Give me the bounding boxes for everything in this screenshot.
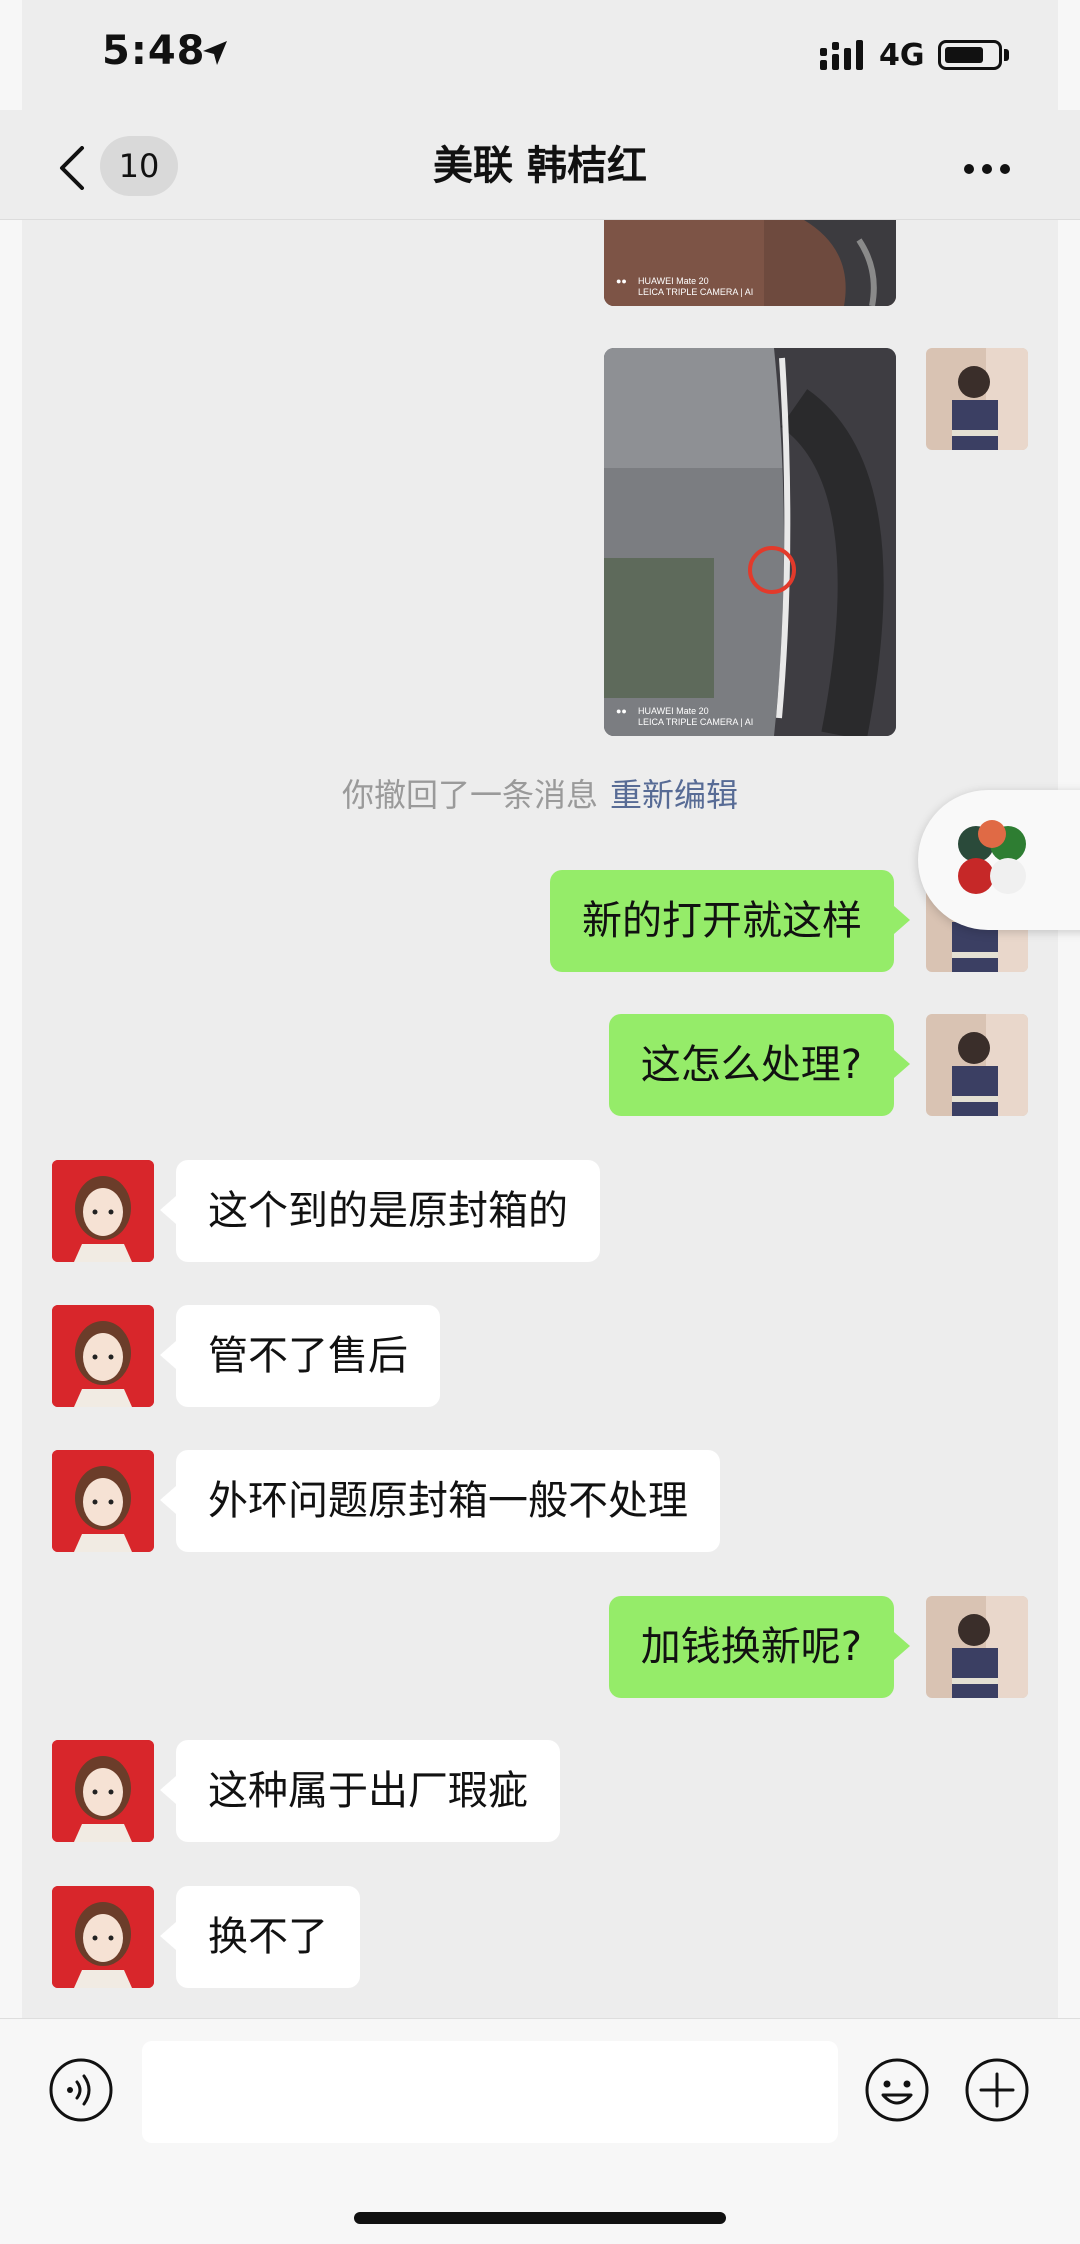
my-avatar[interactable] xyxy=(926,1596,1028,1698)
window-frame-left xyxy=(0,0,22,2244)
chat-input-bar xyxy=(0,2018,1080,2244)
home-indicator xyxy=(354,2212,726,2224)
message-bubble-received[interactable]: 这个到的是原封箱的 xyxy=(160,1160,600,1262)
photo-1-caption: ●● HUAWEI Mate 20 LEICA TRIPLE CAMERA | … xyxy=(616,276,754,297)
contact-avatar[interactable] xyxy=(52,1450,154,1552)
my-avatar[interactable] xyxy=(926,1014,1028,1116)
window-frame-right xyxy=(1058,0,1080,2244)
contact-avatar[interactable] xyxy=(52,1886,154,1988)
status-bar: 5:48 4G xyxy=(0,0,1080,110)
location-arrow-icon xyxy=(203,41,227,65)
photo-message-2[interactable]: ●● HUAWEI Mate 20 LEICA TRIPLE CAMERA | … xyxy=(604,348,896,736)
status-time: 5:48 xyxy=(102,28,206,74)
recall-text: 你撤回了一条消息 xyxy=(341,776,598,814)
signal-icon xyxy=(820,40,863,70)
battery-cap xyxy=(1004,49,1009,61)
photo-2-image xyxy=(604,348,896,736)
network-type: 4G xyxy=(879,38,925,73)
photo-message-1[interactable]: ●● HUAWEI Mate 20 LEICA TRIPLE CAMERA | … xyxy=(604,220,896,306)
recall-notice: 你撤回了一条消息 重新编辑 xyxy=(0,770,1080,816)
contact-avatar[interactable] xyxy=(52,1160,154,1262)
voice-icon[interactable] xyxy=(48,2057,114,2123)
contact-avatar[interactable] xyxy=(52,1740,154,1842)
message-input[interactable] xyxy=(142,2041,838,2143)
chat-title: 美联 韩桔红 xyxy=(433,143,647,189)
my-avatar[interactable] xyxy=(926,348,1028,450)
floating-app-icon xyxy=(958,820,1026,894)
plus-icon[interactable] xyxy=(964,2057,1030,2123)
contact-avatar[interactable] xyxy=(52,1305,154,1407)
message-bubble-sent[interactable]: 新的打开就这样 xyxy=(550,870,910,972)
battery-icon xyxy=(938,40,1002,70)
message-bubble-sent[interactable]: 这怎么处理? xyxy=(608,1014,911,1116)
message-bubble-received[interactable]: 这种属于出厂瑕疵 xyxy=(160,1740,560,1842)
chat-nav-bar: 10 美联 韩桔红 xyxy=(0,110,1080,220)
message-bubble-received[interactable]: 外环问题原封箱一般不处理 xyxy=(160,1450,720,1552)
message-bubble-received[interactable]: 换不了 xyxy=(160,1886,360,1988)
message-bubble-received[interactable]: 管不了售后 xyxy=(160,1305,440,1407)
emoji-icon[interactable] xyxy=(864,2057,930,2123)
more-icon[interactable] xyxy=(962,162,1012,176)
re-edit-link[interactable]: 重新编辑 xyxy=(610,776,738,814)
floating-window-widget[interactable] xyxy=(918,790,1080,930)
photo-2-caption: ●● HUAWEI Mate 20 LEICA TRIPLE CAMERA | … xyxy=(616,706,754,727)
message-bubble-sent[interactable]: 加钱换新呢? xyxy=(608,1596,911,1698)
